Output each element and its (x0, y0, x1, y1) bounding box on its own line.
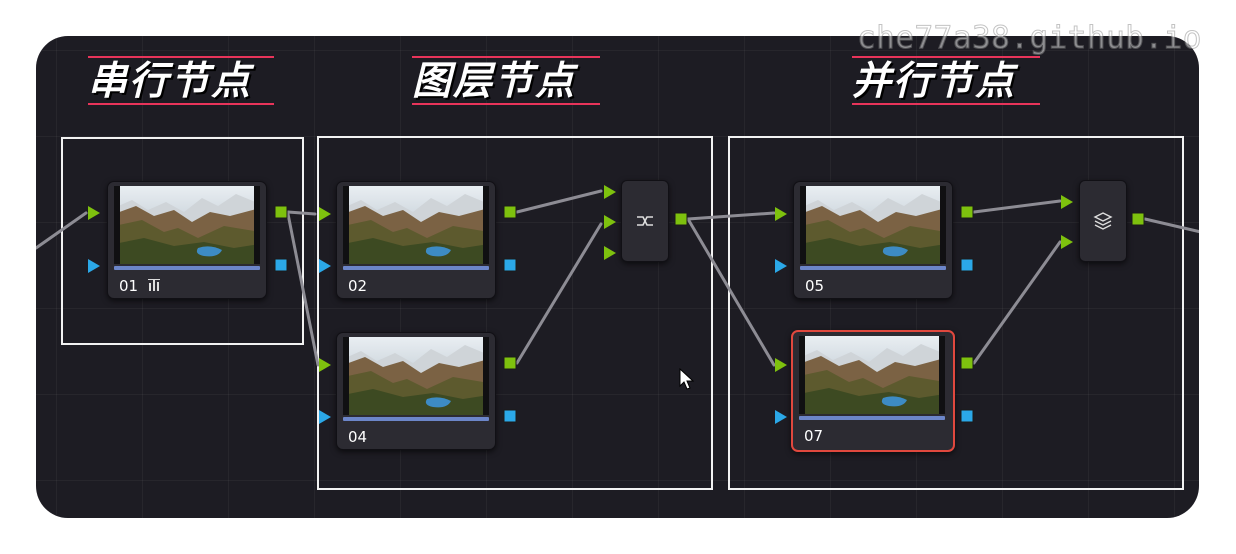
node-number: 01 (119, 277, 139, 295)
wire-mixer-07 (686, 217, 776, 367)
node-number: 04 (348, 428, 368, 446)
node-number: 05 (805, 277, 825, 295)
node-thumbnail (800, 186, 946, 264)
node-number: 02 (348, 277, 368, 295)
rgb-input-port[interactable] (604, 246, 616, 260)
node-thumbnail (343, 337, 489, 415)
heading-parallel-nodes: 并行节点 (852, 56, 1042, 108)
rgb-input-port[interactable] (319, 358, 331, 372)
parallel-mixer-node[interactable] (1079, 180, 1127, 262)
heading-rule (852, 56, 1040, 58)
wire-05-parallel (972, 199, 1062, 214)
rgb-input-port[interactable] (775, 358, 787, 372)
wire-07-parallel (972, 240, 1062, 365)
wire-01-04 (286, 212, 320, 367)
heading-rule (88, 56, 274, 58)
rgb-input-port[interactable] (1061, 235, 1073, 249)
key-output-port[interactable] (960, 258, 974, 272)
node-07-selected[interactable]: 07 (791, 330, 955, 452)
node-key-bar (343, 417, 489, 421)
node-02[interactable]: 02 (336, 181, 496, 299)
wire-out (1143, 217, 1199, 235)
wire-01-02 (286, 210, 317, 216)
tracker-bars-icon (148, 279, 160, 291)
wire-in-01 (36, 211, 88, 250)
rgb-input-port[interactable] (775, 207, 787, 221)
key-output-port[interactable] (960, 409, 974, 423)
heading-rule (852, 103, 1040, 105)
node-thumbnail (114, 186, 260, 264)
rgb-output-port[interactable] (674, 212, 688, 226)
key-input-port[interactable] (775, 410, 787, 424)
node-number: 07 (804, 427, 824, 445)
wire-mixer-05 (686, 211, 776, 221)
rgb-input-port[interactable] (88, 206, 100, 220)
watermark: che77a38.github.io (857, 20, 1202, 57)
rgb-input-port[interactable] (604, 215, 616, 229)
node-04[interactable]: 04 (336, 332, 496, 450)
rgb-input-port[interactable] (319, 207, 331, 221)
node-thumbnail (343, 186, 489, 264)
heading-rule (88, 103, 274, 105)
key-input-port[interactable] (88, 259, 100, 273)
node-key-bar (343, 266, 489, 270)
layer-mixer-icon (637, 216, 653, 226)
heading-text: 图层节点 (412, 59, 577, 104)
heading-serial-nodes: 串行节点 (88, 56, 278, 108)
node-key-bar (114, 266, 260, 270)
key-input-port[interactable] (319, 259, 331, 273)
node-key-bar (799, 416, 945, 420)
heading-rule (412, 56, 600, 58)
key-input-port[interactable] (319, 410, 331, 424)
mouse-cursor-icon (679, 368, 695, 390)
node-05[interactable]: 05 (793, 181, 953, 299)
rgb-output-port[interactable] (503, 356, 517, 370)
layer-mixer-node[interactable] (621, 180, 669, 262)
key-input-port[interactable] (775, 259, 787, 273)
heading-rule (412, 103, 600, 105)
rgb-input-port[interactable] (1061, 195, 1073, 209)
node-01[interactable]: 01 (107, 181, 267, 299)
rgb-output-port[interactable] (960, 205, 974, 219)
rgb-output-port[interactable] (1131, 212, 1145, 226)
key-output-port[interactable] (503, 409, 517, 423)
rgb-output-port[interactable] (503, 205, 517, 219)
node-key-bar (800, 266, 946, 270)
node-thumbnail (799, 336, 945, 414)
heading-layer-nodes: 图层节点 (412, 56, 602, 108)
parallel-mixer-icon (1093, 212, 1113, 230)
heading-text: 并行节点 (852, 59, 1017, 104)
key-output-port[interactable] (503, 258, 517, 272)
rgb-output-port[interactable] (274, 205, 288, 219)
rgb-output-port[interactable] (960, 356, 974, 370)
wire-04-mixer (515, 222, 603, 365)
rgb-input-port[interactable] (604, 185, 616, 199)
key-output-port[interactable] (274, 258, 288, 272)
heading-text: 串行节点 (88, 59, 253, 104)
wire-02-mixer (515, 189, 603, 214)
